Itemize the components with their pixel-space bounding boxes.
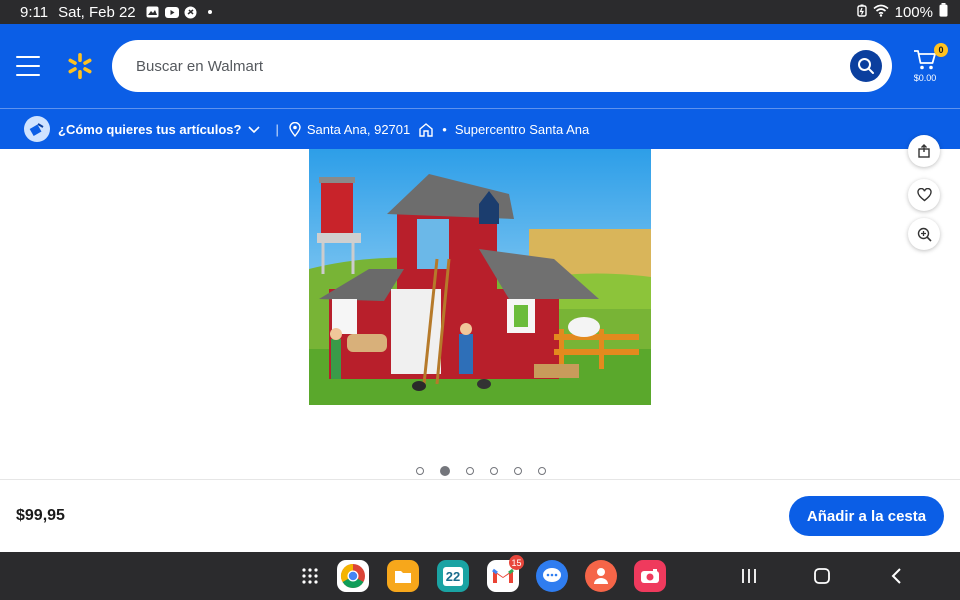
- buy-bar: $99,95 Añadir a la cesta: [0, 479, 960, 552]
- battery-saver-icon: [856, 4, 867, 21]
- calendar-day: 22: [442, 566, 464, 586]
- gallery-dot[interactable]: [466, 467, 474, 475]
- store-icon: [419, 122, 433, 137]
- app-notification-icon: [184, 6, 198, 18]
- gmail-badge: 15: [509, 555, 524, 570]
- add-to-cart-button[interactable]: Añadir a la cesta: [789, 496, 944, 536]
- messages-icon[interactable]: [536, 560, 568, 592]
- gmail-icon[interactable]: 15: [487, 555, 524, 592]
- favorite-button[interactable]: [908, 179, 940, 211]
- location-text: Santa Ana, 92701: [306, 121, 411, 137]
- store-name[interactable]: Supercentro Santa Ana: [455, 122, 589, 137]
- divider: |: [275, 121, 279, 137]
- product-price: $99,95: [16, 507, 65, 524]
- status-time: 9:11: [20, 3, 49, 21]
- wifi-icon: [873, 4, 889, 21]
- location-selector[interactable]: Santa Ana, 92701: [289, 121, 411, 137]
- gallery-pagination: [416, 466, 546, 476]
- search-bar: [112, 40, 892, 92]
- status-right: 100%: [856, 3, 948, 21]
- chevron-down-icon[interactable]: [247, 124, 261, 134]
- delivery-bar: ¿Cómo quieres tus artículos? | Santa Ana…: [0, 108, 960, 149]
- cart-button[interactable]: 0 $0.00: [908, 43, 948, 83]
- product-image[interactable]: [309, 149, 651, 405]
- search-input[interactable]: [136, 57, 850, 75]
- gallery-dot[interactable]: [538, 467, 546, 475]
- system-nav-bar: 22 15: [0, 552, 960, 600]
- delivery-question[interactable]: ¿Cómo quieres tus artículos?: [58, 122, 241, 137]
- more-notifications-icon: [203, 6, 217, 18]
- zoom-icon: [917, 227, 932, 242]
- chrome-icon[interactable]: [337, 560, 369, 592]
- battery-percent: 100%: [894, 3, 933, 21]
- share-button[interactable]: [908, 135, 940, 167]
- delivery-icon: [24, 116, 50, 142]
- camera-icon[interactable]: [634, 560, 666, 592]
- screen: 9:11 Sat, Feb 22 100% Buscar en Walmart …: [0, 0, 960, 600]
- separator-dot: •: [442, 121, 447, 137]
- location-pin-icon: [289, 121, 301, 137]
- home-button[interactable]: [810, 564, 834, 588]
- cart-count-badge: 0: [934, 43, 948, 57]
- gallery-notification-icon: [146, 6, 160, 18]
- youtube-notification-icon: [164, 6, 179, 18]
- search-button[interactable]: [850, 50, 882, 82]
- heart-icon: [916, 188, 932, 202]
- cart-amount: $0.00: [913, 73, 937, 83]
- files-icon[interactable]: [387, 560, 419, 592]
- back-button[interactable]: [884, 564, 908, 588]
- calendar-icon[interactable]: 22: [437, 560, 469, 592]
- walmart-spark-icon[interactable]: [66, 52, 94, 80]
- zoom-button[interactable]: [908, 218, 940, 250]
- status-date: Sat, Feb 22: [58, 3, 136, 21]
- status-bar: 9:11 Sat, Feb 22 100%: [0, 0, 960, 24]
- share-icon: [918, 144, 930, 158]
- gallery-dot[interactable]: [490, 467, 498, 475]
- recent-apps-button[interactable]: [737, 564, 761, 588]
- walmart-header: 0 $0.00: [0, 24, 960, 108]
- gallery-dot[interactable]: [440, 466, 450, 476]
- contacts-icon[interactable]: [585, 560, 617, 592]
- gallery-dot[interactable]: [416, 467, 424, 475]
- search-icon: [858, 58, 874, 74]
- battery-icon: [939, 3, 948, 21]
- gallery-dot[interactable]: [514, 467, 522, 475]
- app-drawer-icon[interactable]: [294, 560, 326, 592]
- menu-icon[interactable]: [16, 56, 40, 76]
- product-gallery: [0, 135, 960, 479]
